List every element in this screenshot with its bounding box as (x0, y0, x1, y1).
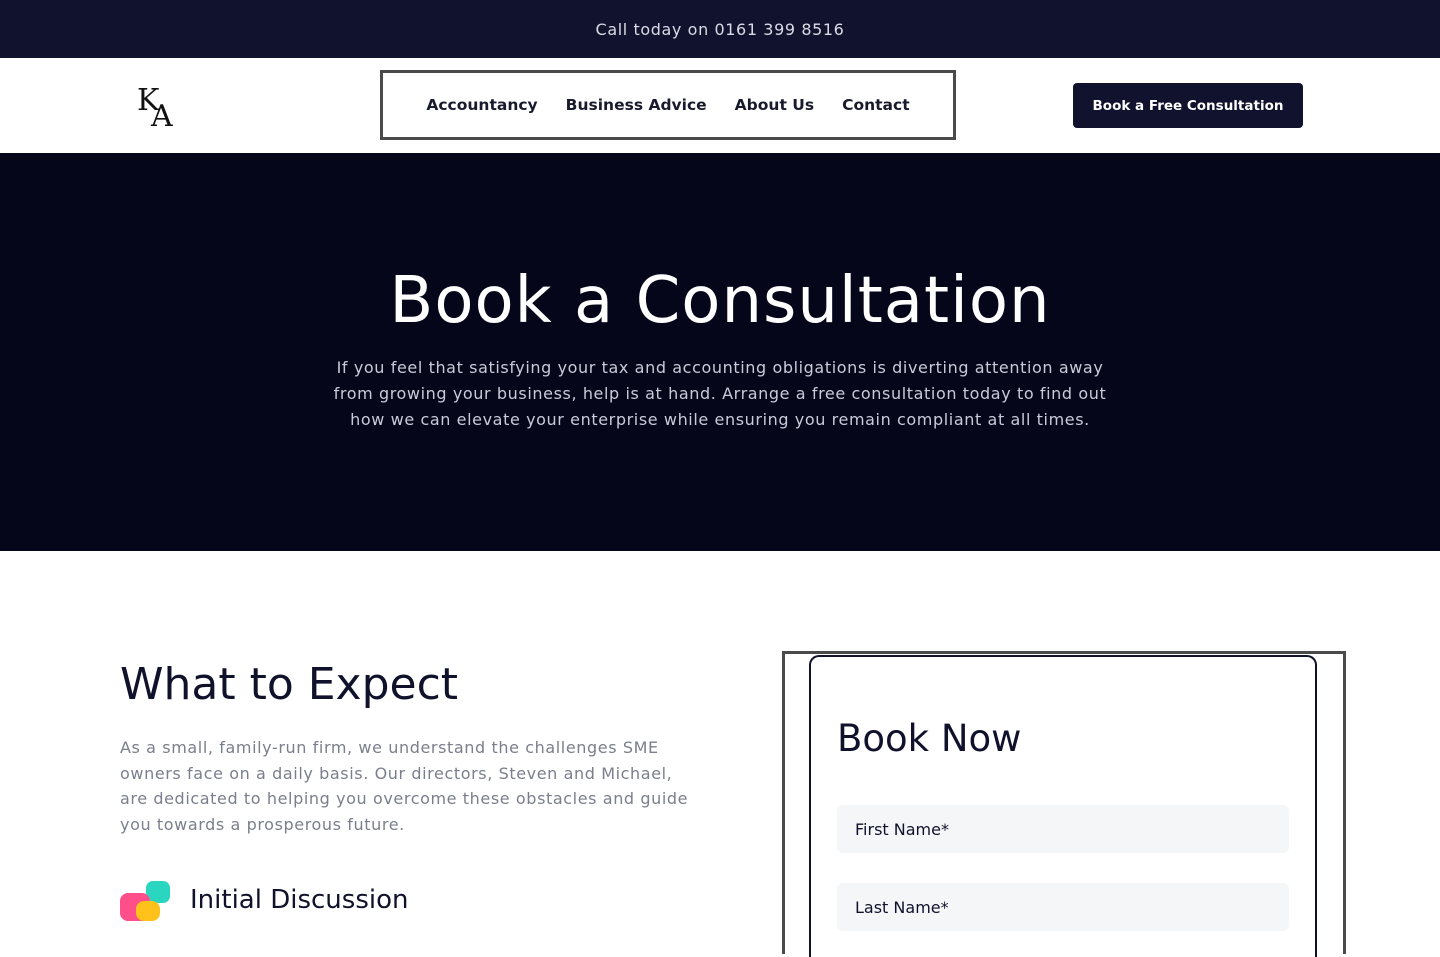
booking-form: Book Now (809, 655, 1317, 957)
book-free-consultation-button[interactable]: Book a Free Consultation (1073, 83, 1303, 128)
ka-logo-icon[interactable]: K A (135, 80, 183, 134)
hero-description: If you feel that satisfying your tax and… (333, 358, 1107, 429)
phone-call-text[interactable]: Call today on 0161 399 8516 (596, 20, 845, 39)
first-name-input[interactable] (837, 805, 1289, 853)
form-title: Book Now (837, 717, 1022, 760)
content-section: What to Expect As a small, family-run fi… (0, 551, 1440, 957)
what-to-expect: What to Expect As a small, family-run fi… (120, 659, 700, 837)
step-title: Initial Discussion (190, 885, 409, 915)
svg-text:A: A (150, 99, 173, 132)
discussion-icon (120, 881, 170, 921)
top-bar: Call today on 0161 399 8516 (0, 0, 1440, 58)
site-header: K A Accountancy Business Advice About Us… (0, 58, 1440, 153)
nav-contact[interactable]: Contact (842, 96, 910, 114)
nav-about-us[interactable]: About Us (735, 96, 814, 114)
last-name-input[interactable] (837, 883, 1289, 931)
step-initial-discussion: Initial Discussion (120, 881, 408, 921)
main-navigation: Accountancy Business Advice About Us Con… (380, 70, 956, 140)
nav-accountancy[interactable]: Accountancy (426, 96, 537, 114)
nav-business-advice[interactable]: Business Advice (566, 96, 707, 114)
hero-section: Book a Consultation If you feel that sat… (0, 153, 1440, 551)
expect-title: What to Expect (120, 659, 459, 710)
expect-description: As a small, family-run firm, we understa… (120, 738, 689, 834)
hero-title: Book a Consultation (389, 264, 1051, 338)
